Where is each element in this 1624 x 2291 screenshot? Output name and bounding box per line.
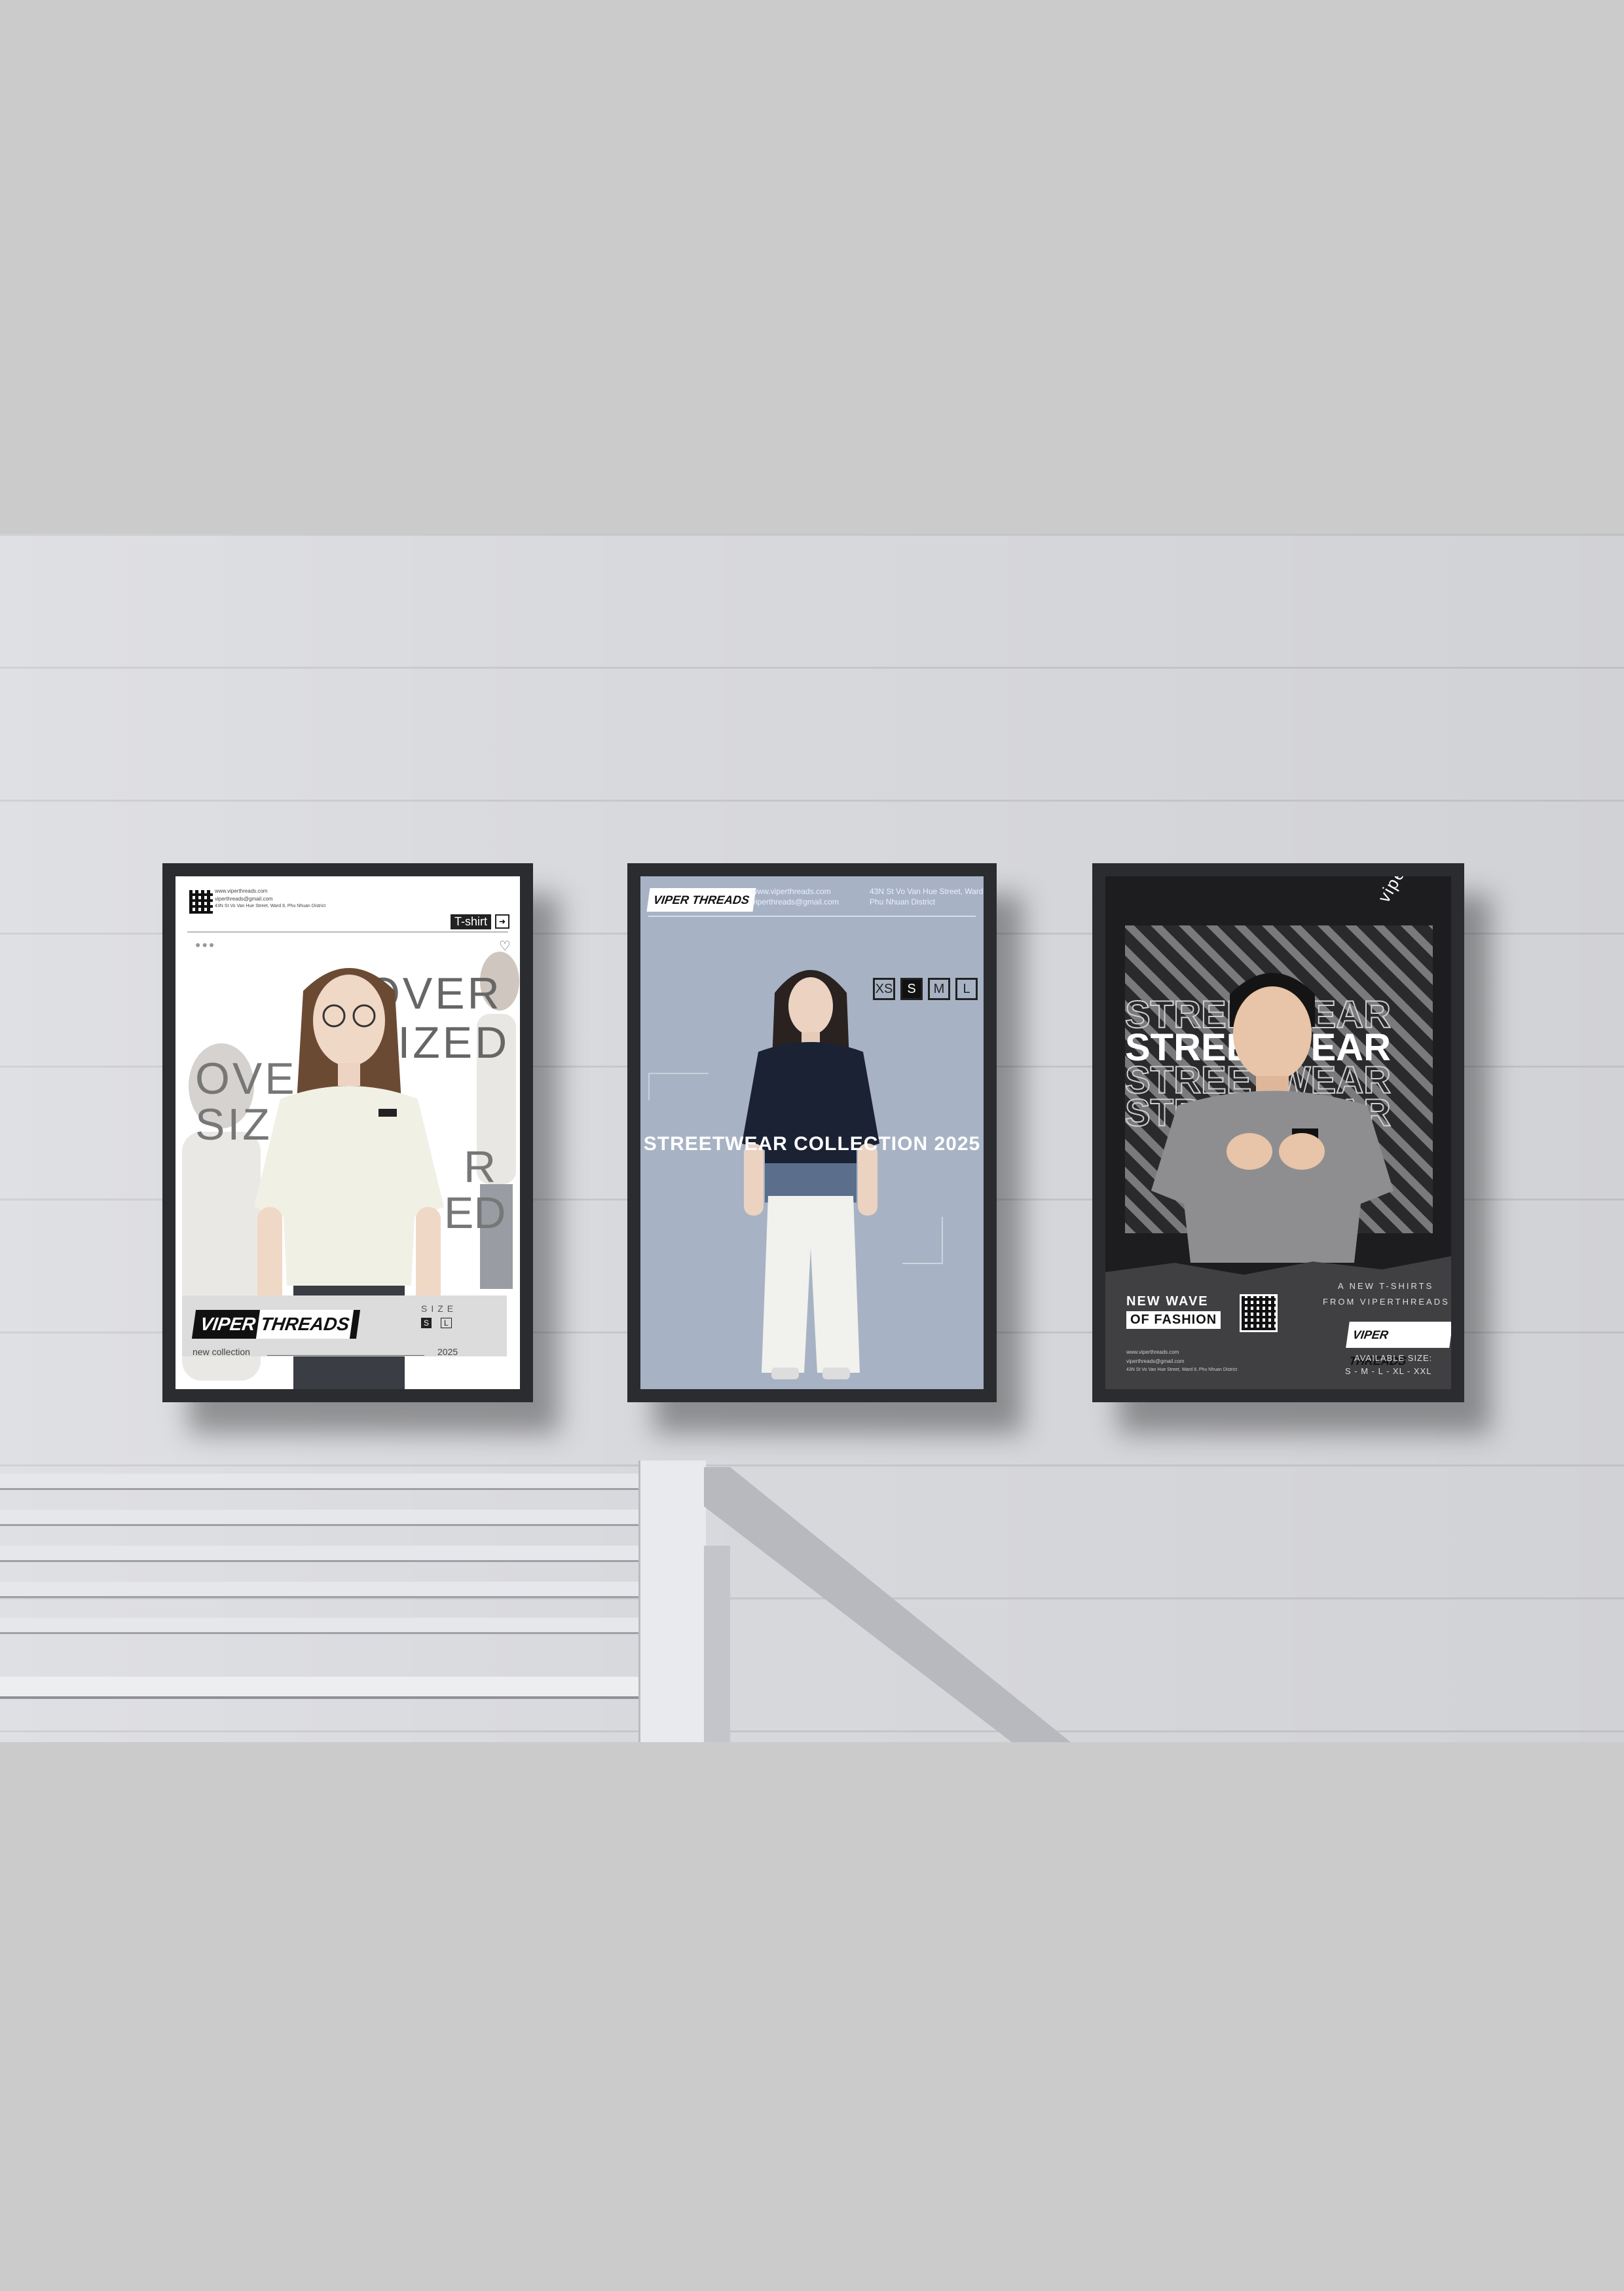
arrow-icon: ➜ [495, 914, 509, 929]
size-box-l: L [955, 978, 978, 1000]
logo-part-viper: VIPER [198, 1314, 257, 1334]
bench-slat [0, 1582, 638, 1598]
available-size-values: S - M - L - XL - XXL [1345, 1366, 1432, 1376]
size-box-s-selected: S [900, 978, 923, 1000]
collection-headline: STREETWEAR COLLECTION 2025 [643, 1133, 981, 1155]
poster-frame-streetwear-collection: VIPER THREADS www.viperthreads.com viper… [627, 863, 997, 1402]
footer-line [267, 1355, 424, 1356]
brand-arc-text: viperthreads [1374, 876, 1446, 906]
tagline-line-2: FROM VIPERTHREADS [1323, 1297, 1450, 1307]
tshirt-tag: T-shirt [451, 914, 492, 929]
logo-part-viper: VIPER [652, 893, 690, 906]
bench-leg [638, 1461, 706, 1742]
poster2-address-2: Phu Nhuan District [870, 897, 936, 906]
poster3-web: www.viperthreads.com [1126, 1349, 1179, 1355]
qr-code [1240, 1294, 1278, 1332]
divider [187, 931, 508, 933]
back-text-3: R [464, 1142, 496, 1192]
mockup-scene: www.viperthreads.com viperthreads@gmail.… [0, 0, 1624, 2291]
bench-shadow [704, 1467, 1071, 1742]
bench-slat [0, 1510, 638, 1526]
logo-part-threads: THREADS [255, 1310, 354, 1339]
poster2-email: viperthreads@gmail.com [752, 897, 839, 906]
corner-decoration [902, 1217, 943, 1264]
poster-frame-oversized: www.viperthreads.com viperthreads@gmail.… [162, 863, 533, 1402]
poster1-web: www.viperthreads.com [215, 888, 268, 894]
logo-part-threads: THREADS [691, 893, 750, 906]
viper-threads-logo: VIPER THREADS [1346, 1322, 1451, 1368]
tagline-line-1: A NEW T-SHIRTS [1338, 1281, 1434, 1291]
model-woman-black-tee [742, 970, 879, 1379]
poster-oversized: www.viperthreads.com viperthreads@gmail.… [175, 876, 520, 1389]
size-label: SIZE [421, 1303, 458, 1314]
of-fashion-label: OF FASHION [1126, 1311, 1221, 1329]
model-man-grey-tee [1151, 973, 1393, 1263]
viper-threads-logo: VIPER THREADS [646, 888, 756, 912]
poster-streetwear-collection: VIPER THREADS www.viperthreads.com viper… [640, 876, 984, 1389]
dots-icon: ●●● [195, 939, 216, 950]
size-option-l: L [441, 1318, 452, 1328]
size-option-s: S [421, 1318, 432, 1328]
bench [0, 1461, 706, 1742]
new-wave-label: NEW WAVE [1126, 1294, 1209, 1309]
poster2-web: www.viperthreads.com [752, 887, 831, 896]
logo-part-viper: VIPER [1352, 1328, 1390, 1341]
qr-code [187, 888, 215, 916]
bench-slat [0, 1618, 638, 1634]
poster1-address: 43N St Vo Van Hue Street, Ward 8, Phu Nh… [215, 904, 326, 908]
poster3-email: viperthreads@gmail.com [1126, 1358, 1185, 1364]
back-text-4: ED [444, 1188, 506, 1238]
poster2-address-1: 43N St Vo Van Hue Street, Ward 8 [870, 887, 984, 896]
poster1-email: viperthreads@gmail.com [215, 896, 273, 902]
bench-slat [0, 1474, 638, 1490]
poster-new-wave: viperthreads STREETWEAR STREETWEAR STREE… [1105, 876, 1451, 1389]
available-size-label: AVAILABLE SIZE: [1354, 1353, 1433, 1363]
size-box-m: M [928, 978, 950, 1000]
bench-slat [0, 1546, 638, 1562]
corner-decoration [648, 1073, 709, 1100]
viper-threads-logo: VIPER THREADS [191, 1310, 361, 1339]
poster3-address: 43N St Vo Van Hue Street, Ward 8, Phu Nh… [1126, 1368, 1238, 1372]
poster-frame-new-wave: viperthreads STREETWEAR STREETWEAR STREE… [1092, 863, 1464, 1402]
footer-new-collection: new collection [193, 1347, 250, 1357]
bench-seat [0, 1677, 638, 1699]
footer-year: 2025 [437, 1347, 458, 1357]
divider [648, 916, 976, 917]
